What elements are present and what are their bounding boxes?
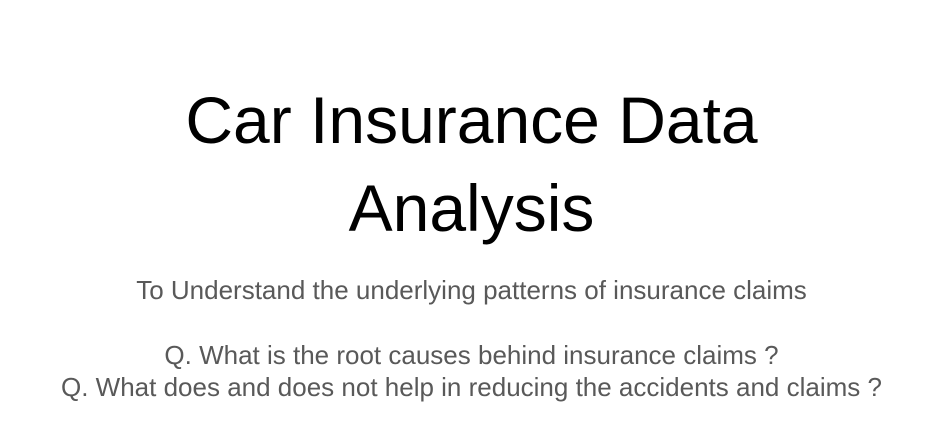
slide-title: Car Insurance Data Analysis xyxy=(0,76,943,252)
question-1: Q. What is the root causes behind insura… xyxy=(164,340,779,370)
question-2: Q. What does and does not help in reduci… xyxy=(61,372,882,402)
slide-title-line-2: Analysis xyxy=(348,171,595,245)
slide-title-line-1: Car Insurance Data xyxy=(185,83,758,157)
questions-block: Q. What is the root causes behind insura… xyxy=(0,339,943,403)
slide-subtitle: To Understand the underlying patterns of… xyxy=(136,275,807,305)
title-slide: Car Insurance Data Analysis To Understan… xyxy=(0,0,943,444)
